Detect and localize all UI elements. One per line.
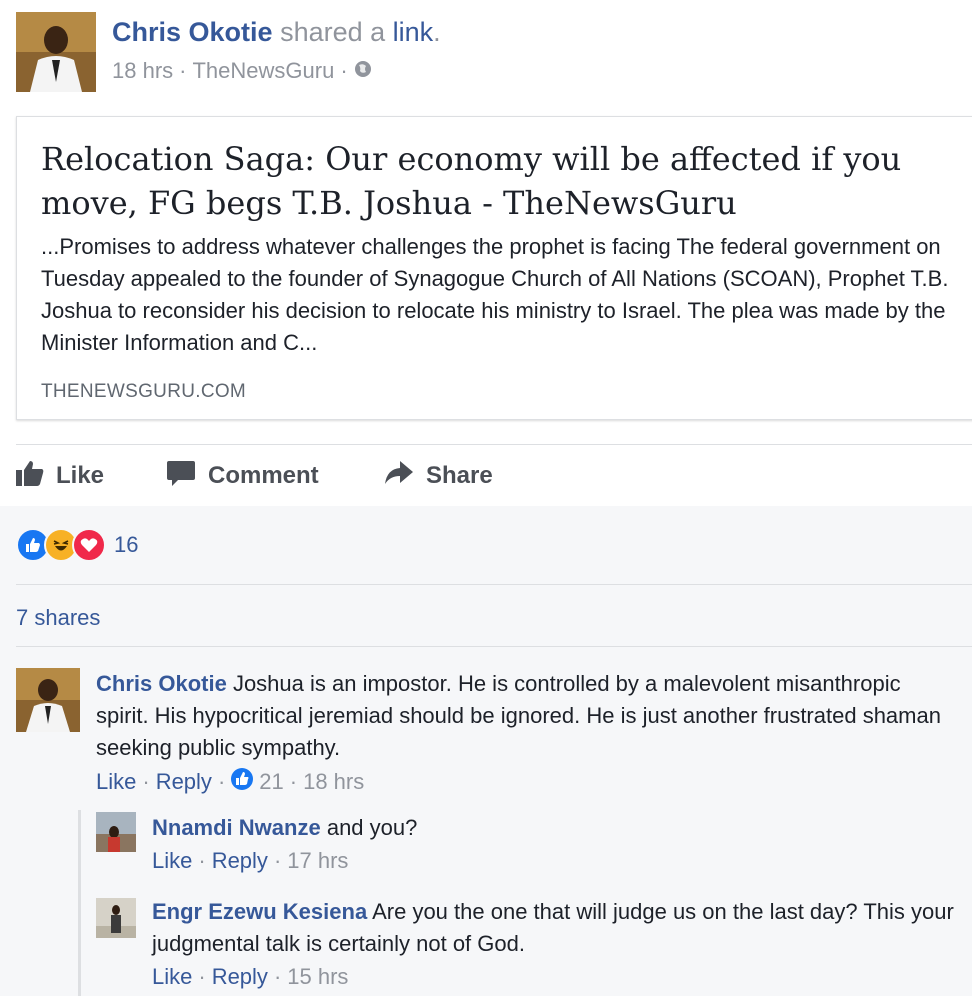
author-name[interactable]: Chris Okotie: [112, 17, 273, 47]
comment-time[interactable]: 18 hrs: [303, 769, 364, 795]
reply-author[interactable]: Nnamdi Nwanze: [152, 815, 321, 840]
divider: [16, 646, 972, 647]
like-label: Like: [56, 462, 105, 489]
post-source[interactable]: TheNewsGuru: [192, 58, 334, 84]
share-verb: shared a: [280, 17, 386, 47]
love-reaction-icon: [72, 528, 106, 562]
post-header: Chris Okotie shared a link.: [112, 17, 441, 48]
comment-label: Comment: [208, 462, 319, 489]
comment-button[interactable]: Comment: [166, 460, 319, 492]
reply-reply-link[interactable]: Reply: [212, 848, 268, 874]
reply-text: and you?: [326, 815, 418, 840]
reaction-count[interactable]: 16: [114, 532, 138, 558]
author-photo: [16, 12, 96, 92]
comment-like-count[interactable]: 21: [259, 769, 283, 795]
author-avatar[interactable]: [16, 12, 96, 92]
share-label: Share: [426, 462, 493, 489]
shares-count[interactable]: 7 shares: [16, 605, 100, 631]
share-arrow-icon: [384, 460, 414, 493]
reply-author[interactable]: Engr Ezewu Kesiena: [152, 899, 367, 924]
divider: [16, 584, 972, 585]
comment-reply-link[interactable]: Reply: [156, 769, 212, 795]
like-button[interactable]: Like: [16, 460, 104, 492]
reactions-summary[interactable]: 16: [16, 528, 138, 562]
reply-body: Nnamdi Nwanze and you?: [152, 812, 952, 844]
reply-like-link[interactable]: Like: [152, 848, 192, 874]
shared-link[interactable]: link: [393, 17, 434, 47]
link-description: ...Promises to address whatever challeng…: [41, 234, 949, 355]
period: .: [433, 17, 441, 47]
reply-time[interactable]: 15 hrs: [287, 964, 348, 990]
meta-dot: ·: [179, 58, 187, 83]
link-preview-card[interactable]: Relocation Saga: Our economy will be aff…: [16, 116, 972, 420]
commenter-avatar[interactable]: [16, 668, 80, 732]
link-domain: THENEWSGURU.COM: [41, 381, 247, 402]
comment-actions: Like · Reply · 21 · 18 hrs: [96, 768, 365, 796]
comment-icon: [166, 459, 196, 494]
comment-author[interactable]: Chris Okotie: [96, 671, 227, 696]
reply-time[interactable]: 17 hrs: [287, 848, 348, 874]
comment-like-link[interactable]: Like: [96, 769, 136, 795]
post-time[interactable]: 18 hrs: [112, 58, 173, 84]
reply-avatar[interactable]: [96, 898, 136, 938]
reply-body: Engr Ezewu Kesiena Are you the one that …: [152, 896, 962, 960]
link-title[interactable]: Relocation Saga: Our economy will be aff…: [41, 137, 941, 225]
reply-reply-link[interactable]: Reply: [212, 964, 268, 990]
comment-like-icon[interactable]: [231, 768, 254, 796]
comment-body: Chris Okotie Joshua is an impostor. He i…: [96, 668, 956, 764]
thumbs-up-icon: [16, 460, 44, 493]
globe-icon[interactable]: [354, 58, 372, 84]
post-meta: 18 hrs · TheNewsGuru ·: [112, 58, 372, 84]
reply-avatar[interactable]: [96, 812, 136, 852]
reply-actions: Like · Reply · 15 hrs: [152, 964, 349, 990]
share-button[interactable]: Share: [384, 460, 493, 492]
divider: [16, 444, 972, 445]
reply-actions: Like · Reply · 17 hrs: [152, 848, 349, 874]
meta-dot: ·: [340, 58, 348, 83]
reply-like-link[interactable]: Like: [152, 964, 192, 990]
reply-thread-line: [78, 810, 81, 996]
